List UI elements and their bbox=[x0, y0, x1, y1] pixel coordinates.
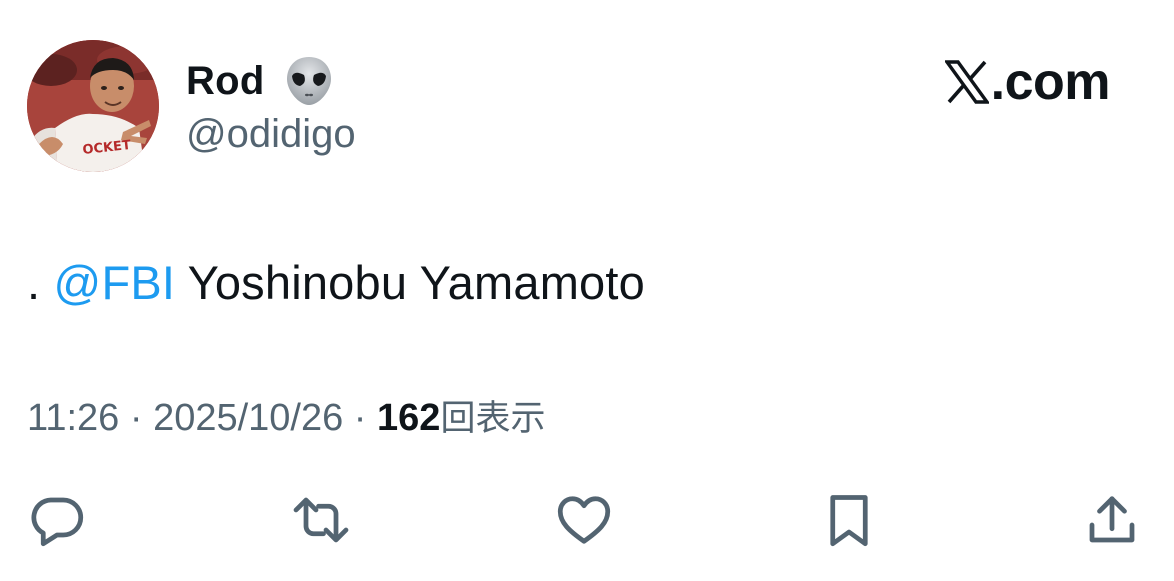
meta-separator: · bbox=[119, 397, 154, 439]
tweet-date[interactable]: 2025/10/26 bbox=[153, 397, 343, 439]
profile-photo: OCKET bbox=[27, 40, 159, 172]
bookmark-icon bbox=[830, 495, 868, 547]
share-icon bbox=[1089, 496, 1135, 543]
brand: .com bbox=[943, 52, 1111, 112]
meta-separator: · bbox=[343, 397, 378, 439]
tweet-prefix: . bbox=[27, 256, 54, 309]
author-name-row[interactable]: Rod bbox=[186, 54, 335, 108]
like-button[interactable] bbox=[552, 488, 616, 552]
avatar[interactable]: OCKET bbox=[27, 40, 159, 172]
reply-button[interactable] bbox=[25, 488, 89, 552]
tweet-text: . @FBI Yoshinobu Yamamoto bbox=[27, 252, 645, 314]
views-count[interactable]: 162 bbox=[377, 397, 440, 439]
mention-link[interactable]: @FBI bbox=[54, 256, 176, 309]
alien-icon bbox=[283, 55, 335, 107]
tweet-meta: 11:26 · 2025/10/26 · 162回表示 bbox=[27, 392, 545, 444]
views-label[interactable]: 回表示 bbox=[440, 399, 545, 439]
author-handle[interactable]: @odidigo bbox=[186, 108, 356, 160]
share-button[interactable] bbox=[1080, 488, 1144, 552]
brand-text: .com bbox=[990, 53, 1111, 111]
display-name[interactable]: Rod bbox=[186, 59, 265, 104]
tweet-body: Yoshinobu Yamamoto bbox=[175, 256, 645, 309]
x-logo-icon bbox=[943, 60, 990, 104]
repost-icon bbox=[293, 497, 349, 543]
tweet-time[interactable]: 11:26 bbox=[27, 397, 119, 439]
repost-button[interactable] bbox=[289, 488, 353, 552]
bookmark-button[interactable] bbox=[817, 488, 881, 552]
reply-icon bbox=[31, 497, 84, 547]
like-icon bbox=[557, 496, 611, 544]
